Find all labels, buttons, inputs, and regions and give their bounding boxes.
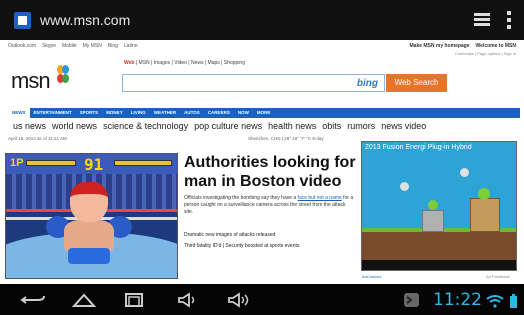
- navbar-item[interactable]: NOW: [234, 108, 253, 118]
- search-tabs[interactable]: Web | MSN | Images | Video | News | Maps…: [124, 60, 245, 66]
- navbar-item[interactable]: CAREERS: [204, 108, 234, 118]
- msn-logo[interactable]: msn: [11, 68, 51, 94]
- home-icon[interactable]: [71, 292, 97, 308]
- ad-structure: [422, 210, 444, 232]
- top-link[interactable]: Outlook.com: [8, 43, 36, 49]
- navbar-item[interactable]: NEWS: [8, 108, 30, 118]
- image-boxer-shorts: [68, 248, 110, 264]
- ad-structure: [470, 198, 500, 232]
- system-clock: 11:22: [433, 290, 482, 310]
- debug-icon: [399, 292, 421, 308]
- image-boxer-head: [70, 182, 108, 222]
- navbar-item[interactable]: LIVING: [127, 108, 150, 118]
- news-subnav: us news world news science & technology pop…: [13, 121, 432, 131]
- ad-pig: [478, 188, 490, 200]
- search-input[interactable]: bing: [122, 74, 385, 92]
- top-right-links: Make MSN my homepage Welcome to MSN: [404, 43, 517, 49]
- top-right-link[interactable]: Welcome to MSN: [476, 43, 516, 49]
- top-link[interactable]: My MSN: [83, 43, 102, 49]
- category-navbar: NEWS ENTERTAINMENT SPORTS MONEY LIVING WEATHE…: [8, 108, 520, 118]
- navbar-item[interactable]: ENTERTAINMENT: [30, 108, 76, 118]
- hud-score: 1P: [10, 157, 24, 169]
- volume-down-icon[interactable]: [176, 292, 202, 308]
- top-link[interactable]: Latino: [124, 43, 138, 49]
- navbar-item[interactable]: SPORTS: [76, 108, 103, 118]
- overflow-menu-icon[interactable]: [507, 11, 511, 29]
- navbar-item[interactable]: MONEY: [102, 108, 127, 118]
- ad-player-controls[interactable]: [362, 260, 516, 270]
- hud-health-bar: [114, 160, 172, 166]
- top-link[interactable]: Skype: [42, 43, 56, 49]
- story-body-prefix: Officials investigating the bombing say …: [184, 195, 298, 201]
- date-text: April 18, 2013 as of 11:21 AM: [8, 136, 67, 141]
- search-tabs-rest[interactable]: | MSN | Images | Video | News | Maps | S…: [134, 60, 245, 66]
- status-icons: [486, 294, 520, 308]
- search-tab-web[interactable]: Web: [124, 60, 134, 66]
- msn-favicon-icon: [14, 12, 31, 29]
- story-body-link[interactable]: face but not a name: [298, 195, 342, 201]
- related-link[interactable]: Third fatality ID'd | Security boosted a…: [184, 243, 356, 249]
- subnav-item[interactable]: obits: [322, 121, 341, 131]
- subnav-item[interactable]: us news: [13, 121, 46, 131]
- story-image[interactable]: 1P 91: [5, 153, 178, 279]
- ad-choices-link[interactable]: AdChoices: [362, 274, 381, 279]
- top-link[interactable]: Mobile: [62, 43, 77, 49]
- butterfly-logo-icon: [57, 65, 69, 85]
- subnav-item[interactable]: science & technology: [103, 121, 188, 131]
- volume-up-icon[interactable]: [226, 292, 252, 308]
- battery-icon: [510, 294, 517, 308]
- navbar-item[interactable]: WEATHER: [150, 108, 180, 118]
- video-ad[interactable]: 2013 Fusion Energi Plug-in Hybrid: [361, 141, 517, 271]
- story-body: Officials investigating the bombing say …: [184, 195, 356, 216]
- subnav-item[interactable]: news video: [381, 121, 426, 131]
- subnav-item[interactable]: pop culture news: [194, 121, 262, 131]
- browser-toolbar: www.msn.com: [0, 0, 524, 40]
- top-right-sub-links[interactable]: Customize | Page options | Sign in: [455, 51, 516, 56]
- weather-widget[interactable]: Shenzhen, CHN | 29° 19° °F °C 5-day: [248, 136, 324, 141]
- ad-bird: [460, 168, 469, 177]
- navbar-item[interactable]: MORE: [253, 108, 275, 118]
- recent-apps-icon[interactable]: [121, 292, 147, 308]
- related-link[interactable]: Dramatic new images of attacks released: [184, 232, 356, 238]
- top-right-link[interactable]: Make MSN my homepage: [410, 43, 470, 49]
- story-headline[interactable]: Authorities looking for man in Boston vi…: [184, 153, 356, 191]
- top-links: Outlook.com Skype Mobile My MSN Bing Latino: [8, 43, 144, 49]
- wifi-icon: [486, 295, 504, 308]
- ad-title: 2013 Fusion Energi Plug-in Hybrid: [365, 144, 472, 151]
- back-icon[interactable]: [20, 292, 46, 308]
- ad-feedback-link[interactable]: Ad Feedback: [486, 274, 510, 279]
- ad-bird: [400, 182, 409, 191]
- web-page: Outlook.com Skype Mobile My MSN Bing Latino M…: [0, 40, 524, 284]
- hud-health-bar: [26, 160, 76, 166]
- url-bar[interactable]: www.msn.com: [40, 12, 130, 28]
- system-nav-bar: 11:22: [0, 284, 524, 315]
- tabs-icon[interactable]: [474, 13, 490, 27]
- web-search-button[interactable]: Web Search: [386, 74, 447, 92]
- subnav-item[interactable]: health news: [268, 121, 316, 131]
- subnav-item[interactable]: world news: [52, 121, 97, 131]
- top-link[interactable]: Bing: [108, 43, 118, 49]
- subnav-item[interactable]: rumors: [347, 121, 375, 131]
- navbar-item[interactable]: AUTOS: [180, 108, 204, 118]
- hud-timer: 91: [84, 155, 104, 174]
- bing-label: bing: [356, 78, 378, 89]
- ad-pig: [428, 200, 438, 210]
